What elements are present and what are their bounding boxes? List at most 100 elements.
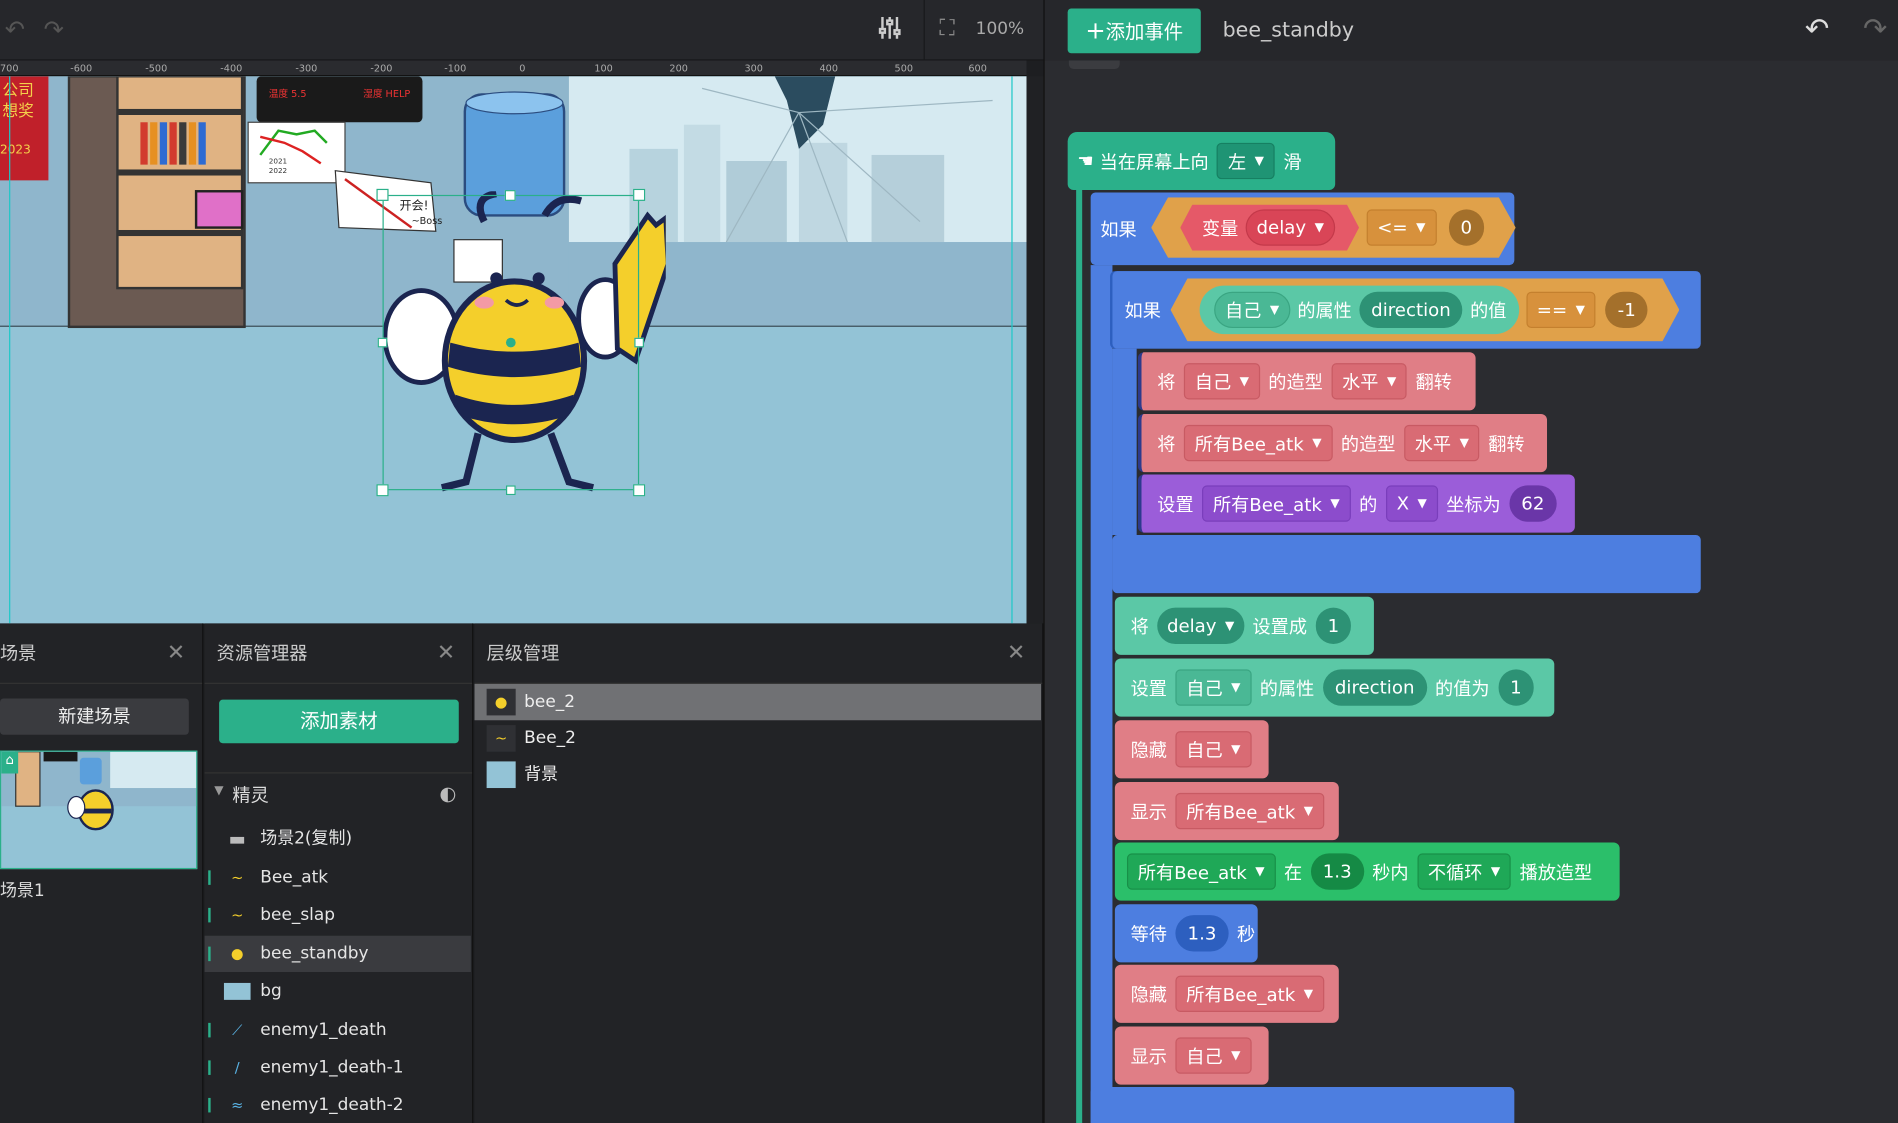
sprite-thumbnail-icon: ≈	[231, 1096, 244, 1114]
resize-handle[interactable]	[504, 190, 516, 201]
chart-legend: 2021	[269, 156, 287, 165]
operator-dropdown[interactable]: <= ▼	[1366, 209, 1436, 245]
value-input[interactable]: -1	[1606, 292, 1648, 328]
if-block-inner-end	[1112, 535, 1701, 594]
set-property-block[interactable]: 设置 自己 ▼ 的属性 direction 的值为 1	[1114, 658, 1555, 717]
sprite-name: bee_standby	[1222, 18, 1355, 43]
panel-header: 层级管理 ✕	[474, 623, 1043, 684]
close-icon[interactable]: ✕	[437, 623, 455, 684]
palette-icon[interactable]: ◐	[439, 782, 456, 805]
axis-dropdown[interactable]: 水平 ▼	[1403, 424, 1480, 462]
loop-dropdown[interactable]: 不循环 ▼	[1417, 853, 1512, 890]
bee-thumbnail-icon: ●	[486, 688, 516, 716]
resize-handle[interactable]	[376, 484, 389, 497]
banner-text: 2023	[0, 143, 31, 157]
target-dropdown[interactable]: 自己 ▼	[1175, 731, 1252, 768]
redo-icon[interactable]: ↷	[1863, 12, 1887, 46]
close-icon[interactable]: ✕	[167, 623, 185, 684]
ruler-label: 200	[669, 62, 688, 74]
resize-handle[interactable]	[377, 337, 388, 348]
layer-item[interactable]: 背景	[475, 757, 1042, 793]
property-name[interactable]: direction	[1359, 292, 1463, 328]
target-dropdown[interactable]: 所有Bee_atk ▼	[1126, 853, 1276, 890]
scene-name[interactable]: 场景1	[0, 878, 45, 902]
banner-text: 想奖	[2, 101, 34, 120]
seconds-input[interactable]: 1.3	[1310, 853, 1364, 890]
value-input[interactable]: 1	[1498, 669, 1534, 706]
pivot-point[interactable]	[505, 337, 516, 348]
asset-item[interactable]: ▬ 场景2(复制)	[205, 821, 471, 857]
layer-item[interactable]: ~ Bee_2	[475, 720, 1042, 756]
target-dropdown[interactable]: 自己 ▼	[1214, 292, 1290, 328]
flip-costume-block[interactable]: 将 所有Bee_atk ▼ 的造型 水平 ▼ 翻转	[1137, 413, 1548, 473]
variable-dropdown[interactable]: delay ▼	[1246, 209, 1335, 245]
target-dropdown[interactable]: 所有Bee_atk ▼	[1202, 485, 1351, 522]
group-label[interactable]: 精灵	[232, 782, 268, 807]
plus-icon: +	[1085, 15, 1106, 45]
target-dropdown[interactable]: 所有Bee_atk ▼	[1183, 424, 1333, 462]
scene-thumbnail[interactable]: ⌂	[0, 750, 198, 870]
resize-handle[interactable]	[633, 484, 646, 497]
panel-title: 场景	[0, 642, 37, 665]
add-event-button[interactable]: +添加事件	[1067, 8, 1201, 54]
resize-handle[interactable]	[505, 485, 516, 496]
target-dropdown[interactable]: 自己 ▼	[1183, 363, 1260, 400]
set-coordinate-block[interactable]: 设置 所有Bee_atk ▼ 的 X ▼ 坐标为 62	[1137, 474, 1575, 533]
set-variable-block[interactable]: 将 delay ▼ 设置成 1	[1114, 596, 1374, 655]
flip-costume-block[interactable]: 将 自己 ▼ 的造型 水平 ▼ 翻转	[1137, 352, 1476, 411]
settings-sliders-icon[interactable]	[876, 15, 903, 48]
home-icon: ⌂	[1, 751, 19, 774]
value-input[interactable]: 0	[1448, 209, 1484, 245]
target-dropdown[interactable]: 所有Bee_atk ▼	[1175, 975, 1324, 1012]
asset-manager-panel: 资源管理器 ✕ 添加素材 ▼ 精灵 ◐ ▬ 场景2(复制) ~ Bee_atk …	[204, 623, 474, 1123]
undo-icon[interactable]: ↶	[5, 15, 25, 44]
operator-dropdown[interactable]: == ▼	[1526, 292, 1596, 328]
variable-dropdown[interactable]: delay ▼	[1157, 607, 1245, 644]
asset-item-selected[interactable]: ● bee_standby	[204, 935, 471, 973]
hide-block[interactable]: 隐藏 所有Bee_atk ▼	[1114, 964, 1339, 1023]
show-block[interactable]: 显示 所有Bee_atk ▼	[1114, 781, 1339, 841]
asset-item[interactable]: ≈ enemy1_death-2	[205, 1087, 471, 1123]
wait-block[interactable]: 等待 1.3 秒	[1114, 904, 1258, 963]
axis-dropdown[interactable]: 水平 ▼	[1331, 363, 1408, 400]
target-dropdown[interactable]: 自己 ▼	[1175, 1037, 1252, 1074]
resize-handle[interactable]	[634, 337, 644, 348]
if-label: 如果	[1124, 300, 1161, 322]
condition-compare[interactable]: 自己 ▼ 的属性 direction 的值 == ▼ -1	[1171, 278, 1680, 341]
ruler-label: 0	[519, 62, 526, 74]
value-input[interactable]: 1	[1315, 607, 1352, 644]
asset-item[interactable]: / enemy1_death-1	[205, 1050, 471, 1086]
asset-item[interactable]: ~ bee_slap	[205, 897, 471, 933]
layer-item-selected[interactable]: ● bee_2	[474, 683, 1042, 721]
condition-compare[interactable]: 变量 delay ▼ <= ▼ 0	[1151, 197, 1515, 258]
target-dropdown[interactable]: 所有Bee_atk ▼	[1175, 792, 1324, 830]
resize-handle[interactable]	[633, 188, 646, 201]
close-icon[interactable]: ✕	[1007, 623, 1025, 684]
target-dropdown[interactable]: 自己 ▼	[1175, 669, 1252, 706]
add-asset-button[interactable]: 添加素材	[219, 699, 459, 744]
swipe-event-block[interactable]: ☚ 当在屏幕上向 左 ▼ 滑	[1067, 131, 1336, 191]
property-reporter[interactable]: 自己 ▼ 的属性 direction 的值	[1200, 286, 1519, 334]
seconds-input[interactable]: 1.3	[1175, 915, 1229, 952]
new-scene-button[interactable]: 新建场景	[0, 698, 189, 735]
resize-handle[interactable]	[376, 188, 389, 201]
value-input[interactable]: 62	[1509, 485, 1557, 522]
stage-canvas[interactable]: 公司 想奖 2023 温度 5.5 湿度 HELP 2021 2022 开会! …	[0, 76, 1027, 624]
horizontal-ruler: 700 -600 -500 -400 -300 -200 -100 0 100 …	[0, 60, 1027, 77]
asset-item[interactable]: bg	[205, 973, 471, 1009]
zoom-level[interactable]: 100%	[976, 19, 1024, 38]
hide-block[interactable]: 隐藏 自己 ▼	[1114, 720, 1269, 779]
fit-screen-icon[interactable]: ⛶	[939, 15, 954, 44]
show-block[interactable]: 显示 自己 ▼	[1114, 1026, 1269, 1085]
direction-dropdown[interactable]: 左 ▼	[1217, 142, 1275, 180]
play-animation-block[interactable]: 所有Bee_atk ▼ 在 1.3 秒内 不循环 ▼ 播放造型	[1114, 842, 1620, 901]
redo-icon[interactable]: ↷	[44, 15, 64, 44]
collapse-arrow-icon[interactable]: ▼	[214, 784, 223, 797]
property-name[interactable]: direction	[1322, 669, 1427, 706]
variable-reporter[interactable]: 变量 delay ▼	[1180, 205, 1359, 251]
code-workspace[interactable]: ☚ 当在屏幕上向 左 ▼ 滑 如果 变量 delay ▼ <= ▼ 0 如果 自己 ▼ …	[1043, 60, 1898, 1123]
asset-item[interactable]: ~ Bee_atk	[205, 859, 471, 895]
coordinate-dropdown[interactable]: X ▼	[1385, 485, 1438, 522]
asset-item[interactable]: ⟋ enemy1_death	[205, 1012, 471, 1048]
undo-icon[interactable]: ↶	[1805, 12, 1829, 46]
